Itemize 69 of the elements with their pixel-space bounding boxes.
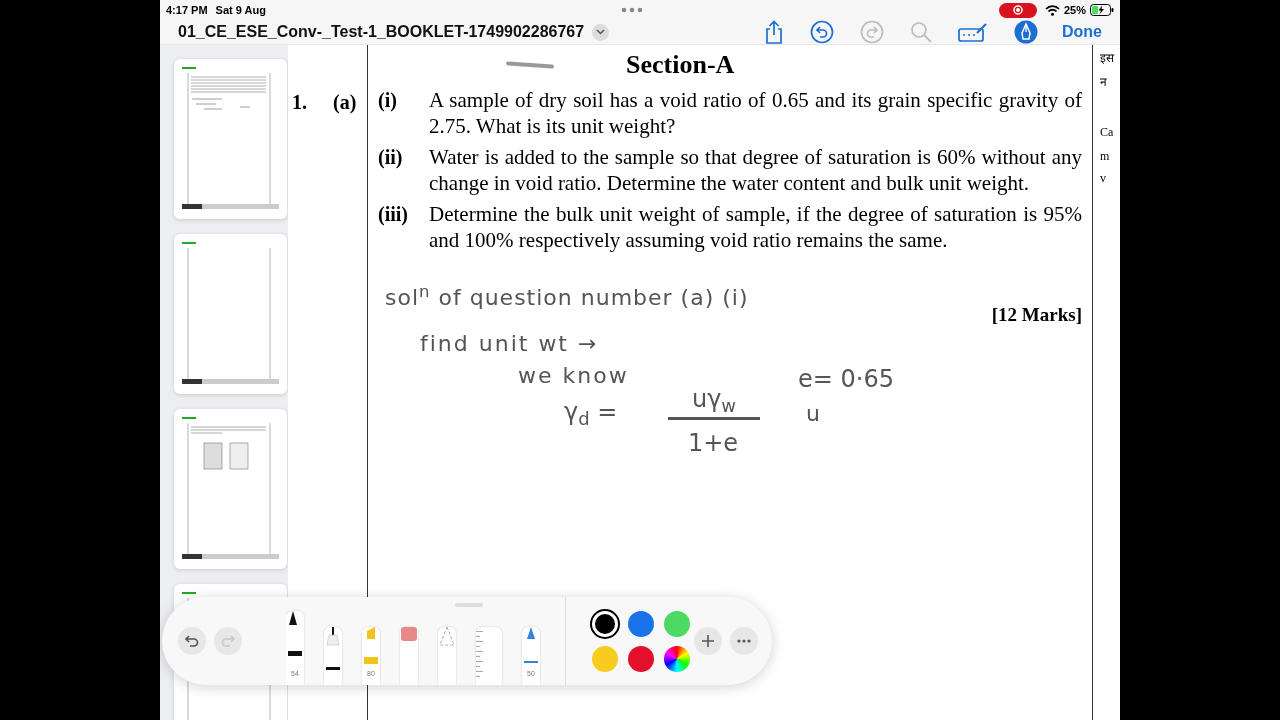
redo-icon	[220, 634, 236, 648]
chevron-down-icon	[596, 29, 606, 35]
margin-text: इस	[1100, 50, 1114, 67]
redo-icon	[860, 20, 884, 44]
add-button[interactable]	[694, 627, 722, 655]
question-label: (ii)	[378, 145, 404, 171]
question-text: A sample of dry soil has a void ratio of 0.65 and its grain specific gravity of 2.75. What is its unit weight?	[429, 87, 1082, 139]
pen-tip-icon	[286, 611, 304, 657]
search-icon	[910, 21, 932, 43]
page-thumbnail[interactable]	[174, 409, 287, 569]
handwritten-formula: γ$_{d}$ =	[564, 397, 618, 430]
color-swatch[interactable]	[592, 610, 618, 637]
lasso-tip-icon	[438, 627, 456, 646]
marker-tip-icon	[362, 627, 380, 664]
color-swatch[interactable]	[592, 645, 618, 672]
color-swatch[interactable]	[628, 610, 654, 637]
handwritten-note: find unit wt →	[420, 330, 599, 358]
battery-icon	[1090, 4, 1114, 16]
handwritten-note: e= 0·65	[798, 364, 894, 395]
margin-text: m	[1100, 148, 1110, 165]
status-date: Sat 9 Aug	[215, 2, 266, 18]
margin-text: न	[1100, 74, 1107, 91]
share-icon	[764, 20, 784, 44]
fineliner-tip-icon	[324, 627, 342, 670]
question-label: (iii)	[378, 202, 409, 228]
eraser-tip-icon	[400, 627, 418, 641]
status-time: 4:17 PM	[166, 2, 208, 18]
margin-text: v	[1100, 170, 1106, 187]
pencil-tip-icon	[522, 627, 540, 663]
wifi-icon	[1044, 4, 1060, 16]
question-part: (a)	[333, 90, 357, 116]
margin-text: Ca	[1100, 124, 1114, 141]
undo-icon	[184, 634, 200, 648]
pen-button[interactable]	[1014, 20, 1038, 44]
eraser-tool[interactable]	[400, 627, 418, 685]
markup-button[interactable]	[958, 21, 988, 43]
ink-stroke	[505, 61, 555, 69]
pen-field-icon	[958, 21, 988, 43]
section-title: Section-A	[626, 49, 735, 81]
undo-icon	[810, 20, 834, 44]
page-thumbnail[interactable]	[174, 234, 287, 394]
plus-icon	[702, 635, 714, 647]
undo-button[interactable]	[810, 20, 834, 44]
ruler-tool[interactable]	[476, 627, 502, 685]
handwritten-note: sol$^{n}$ of question number (a) (i)	[385, 281, 749, 312]
handwritten-formula: uγ$_{w}$	[668, 381, 760, 420]
document-title: 01_CE_ESE_Conv-_Test-1_BOOKLET-1749902286767	[178, 22, 585, 42]
title-menu-button[interactable]	[592, 23, 610, 41]
marks-label: [12 Marks]	[991, 303, 1082, 327]
undo-button[interactable]	[178, 627, 206, 655]
more-dots-icon	[737, 639, 751, 643]
more-dots-icon	[621, 7, 644, 13]
share-button[interactable]	[764, 20, 784, 44]
color-wheel-button[interactable]	[664, 645, 690, 672]
more-button[interactable]	[730, 627, 758, 655]
fineliner-tool[interactable]	[324, 627, 342, 685]
question-number: 1.	[292, 90, 307, 115]
color-swatch[interactable]	[664, 610, 690, 637]
lasso-tool[interactable]	[438, 627, 456, 685]
handwritten-note: we know	[518, 362, 629, 390]
page-thumbnail[interactable]	[174, 59, 287, 219]
battery-percent: 25%	[1063, 2, 1086, 18]
question-label: (i)	[378, 88, 398, 114]
question-text: Determine the bulk unit weight of sample, if the degree of saturation is 95% and 100% respectively assuming void ratio remains the same.	[429, 201, 1082, 253]
color-swatch[interactable]	[628, 645, 654, 672]
question-text: Water is added to the sample so that degree of saturation is 60% without any change in void ratio. Determine the water content and bulk unit weight.	[429, 144, 1082, 196]
handwritten-formula: 1+e	[686, 428, 740, 459]
handwritten-note: u	[806, 400, 820, 428]
done-button[interactable]: Done	[1062, 20, 1102, 44]
